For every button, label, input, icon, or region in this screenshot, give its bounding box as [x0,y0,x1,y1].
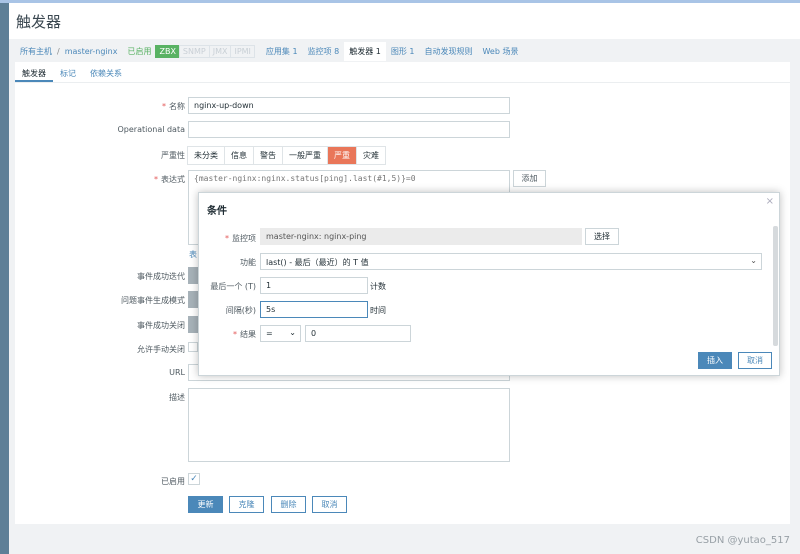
ok-event-toggle[interactable] [188,267,198,284]
manual-close-checkbox[interactable] [188,342,198,352]
name-label: 名称 [169,102,185,111]
problem-mode-toggle[interactable] [188,291,198,308]
dialog-title: 条件 [207,206,227,217]
severity-information[interactable]: 信息 [224,146,254,165]
result-operator-select[interactable]: = ⌄ [260,325,301,342]
dialog-cancel-button[interactable]: 取消 [738,352,772,369]
add-expression-button[interactable]: 添加 [513,170,546,187]
ok-event-label: 事件成功迭代 [137,272,185,281]
severity-not-classified[interactable]: 未分类 [187,146,225,165]
tab-tags[interactable]: 标记 [53,62,83,82]
tag-ipmi: IPMI [230,44,255,58]
enabled-label: 已启用 [161,477,185,486]
expression-constructor-link[interactable]: 表 [189,249,197,260]
breadcrumb-all-hosts[interactable]: 所有主机 [15,46,57,57]
cancel-button[interactable]: 取消 [312,496,347,513]
severity-high[interactable]: 严重 [327,146,357,165]
opdata-input[interactable] [188,121,510,138]
ok-close-label: 事件成功关闭 [137,321,185,330]
interval-input[interactable]: 5s [260,301,368,318]
tab-trigger[interactable]: 触发器 [15,62,53,82]
opdata-label: Operational data [117,125,186,134]
page-header: 触发器 [9,3,800,39]
link-applications[interactable]: 应用集 1 [261,46,303,57]
severity-selector: 未分类 信息 警告 一般严重 严重 灾难 [187,146,386,165]
close-icon[interactable]: × [766,196,774,207]
result-value-input[interactable]: 0 [305,325,411,342]
last-unit: 计数 [370,282,386,291]
enabled-checkbox[interactable]: ✓ [188,473,200,485]
result-label: 结果 [240,330,256,339]
insert-button[interactable]: 插入 [698,352,732,369]
severity-warning[interactable]: 警告 [253,146,283,165]
severity-disaster[interactable]: 灾难 [356,146,386,165]
chevron-down-icon: ⌄ [289,328,296,337]
clone-button[interactable]: 克隆 [229,496,264,513]
item-label: 监控项 [232,234,256,243]
link-triggers[interactable]: 触发器 1 [344,41,386,61]
delete-button[interactable]: 删除 [271,496,306,513]
link-graphs[interactable]: 图形 1 [386,46,420,57]
last-label: 最后一个 (T) [210,282,256,291]
condition-dialog: 条件 × * 监控项 master-nginx: nginx-ping 选择 功能… [198,192,780,376]
last-input[interactable]: 1 [260,277,368,294]
description-label: 描述 [169,393,185,402]
function-label: 功能 [240,258,256,267]
function-select[interactable]: last() - 最后（最近）的 T 值 ⌄ [260,253,762,270]
description-textarea[interactable] [188,388,510,462]
result-operator-value: = [266,329,273,338]
select-item-button[interactable]: 选择 [585,228,619,245]
update-button[interactable]: 更新 [188,496,223,513]
link-web[interactable]: Web 场景 [477,46,523,57]
interval-unit: 时间 [370,306,386,315]
tag-jmx: JMX [208,44,232,58]
severity-label: 严重性 [161,151,185,160]
tab-dependencies[interactable]: 依赖关系 [83,62,129,82]
ok-close-toggle[interactable] [188,316,198,333]
problem-mode-label: 问题事件生成模式 [121,296,185,305]
function-value: last() - 最后（最近）的 T 值 [266,258,369,267]
dialog-scrollbar[interactable] [773,226,778,346]
interval-label: 间隔(秒) [225,306,256,315]
expression-label: 表达式 [161,175,185,184]
host-status[interactable]: 已启用 [122,46,156,57]
tag-zbx: ZBX [155,44,180,58]
breadcrumb-host[interactable]: master-nginx [60,47,123,56]
chevron-down-icon: ⌄ [750,256,757,265]
link-items[interactable]: 监控项 8 [303,46,345,57]
page-title: 触发器 [16,13,62,31]
url-label: URL [169,368,185,377]
breadcrumb: 所有主机 / master-nginx 已启用 ZBX SNMP JMX IPM… [15,40,800,62]
name-input[interactable]: nginx-up-down [188,97,510,114]
watermark: CSDN @yutao_517 [695,535,790,546]
tag-snmp: SNMP [178,44,210,58]
severity-average[interactable]: 一般严重 [282,146,328,165]
sidebar [0,3,9,554]
manual-close-label: 允许手动关闭 [137,345,185,354]
item-input: master-nginx: nginx-ping [260,228,582,245]
link-discovery[interactable]: 自动发现规则 [419,46,477,57]
